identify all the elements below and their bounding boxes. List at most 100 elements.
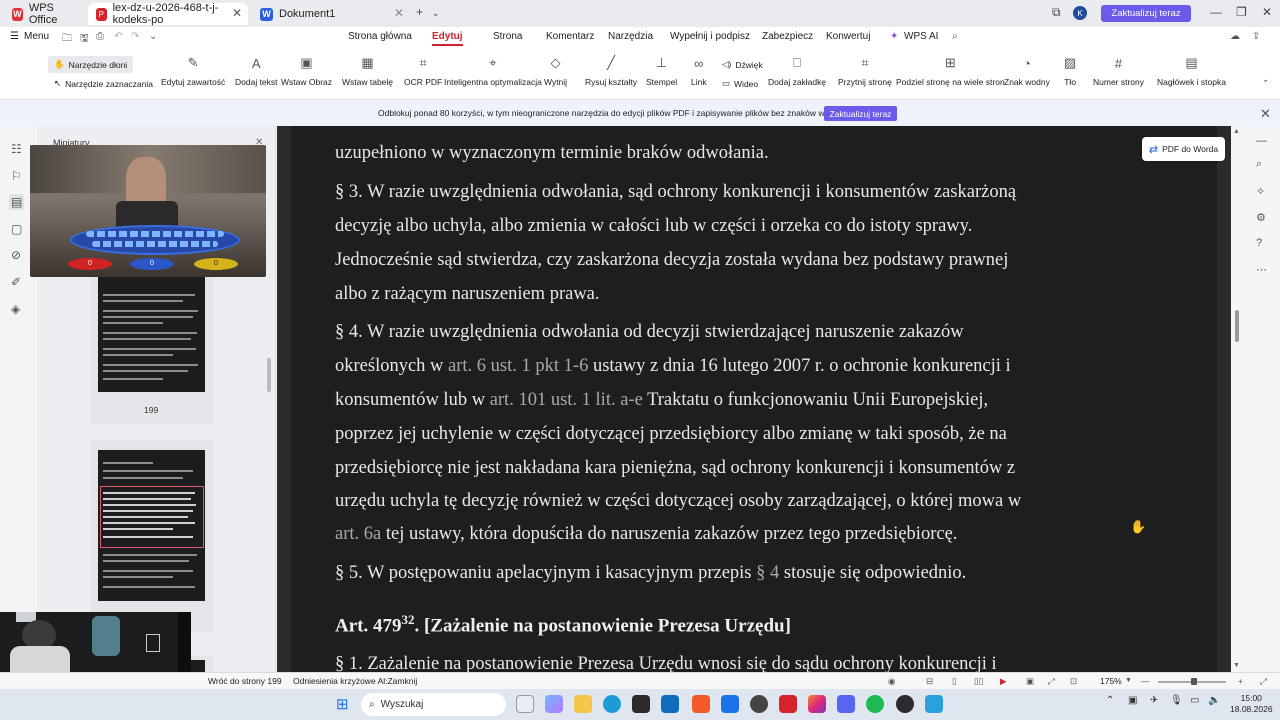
tab-strona[interactable]: Strona bbox=[493, 31, 522, 42]
wps-icon[interactable] bbox=[779, 695, 797, 713]
settings-sliders-icon[interactable]: ⚙ bbox=[1256, 211, 1266, 224]
fit-page-icon[interactable]: ⊡ bbox=[1070, 676, 1077, 687]
avatar[interactable]: K bbox=[1073, 6, 1087, 20]
print-icon[interactable]: ⎙ bbox=[96, 31, 104, 42]
clock[interactable]: 15:00 18.08.2026 bbox=[1230, 693, 1273, 715]
discord-icon[interactable] bbox=[837, 695, 855, 713]
background-button[interactable]: ▨ Tło bbox=[1064, 53, 1076, 87]
calendar-icon[interactable] bbox=[721, 695, 739, 713]
outline-icon[interactable]: ☷ bbox=[11, 142, 22, 156]
split-page-button[interactable]: ⊞ Podziel stronę na wiele stron bbox=[896, 53, 1005, 87]
thumbnail-page-199[interactable]: 199 bbox=[90, 274, 214, 424]
collapse-ribbon-icon[interactable]: ⌃ bbox=[1262, 78, 1269, 89]
tab-wps-ai[interactable]: WPS AI bbox=[904, 31, 938, 42]
tab-narzedzia[interactable]: Narzędzia bbox=[608, 31, 653, 42]
copilot-icon[interactable] bbox=[545, 695, 563, 713]
hand-tool-button[interactable]: ✋ Narzędzie dłoni bbox=[48, 56, 134, 73]
cloud-icon[interactable]: ☁ bbox=[1230, 31, 1240, 42]
window-layout-icon[interactable]: ⧉ bbox=[1052, 5, 1061, 20]
link-paragraph-4[interactable]: § 4 bbox=[756, 563, 779, 583]
magic-icon[interactable]: ✧ bbox=[1256, 185, 1265, 198]
tab-komentarz[interactable]: Komentarz bbox=[546, 31, 594, 42]
chrome-icon[interactable] bbox=[750, 695, 768, 713]
chevron-down-icon[interactable]: ▼ bbox=[1125, 677, 1132, 684]
tab-zabezpiecz[interactable]: Zabezpiecz bbox=[762, 31, 813, 42]
signature-icon[interactable]: ✐ bbox=[11, 275, 21, 289]
instagram-icon[interactable] bbox=[808, 695, 826, 713]
windows-start-icon[interactable]: ⊞ bbox=[336, 695, 349, 713]
scrollbar-thumb[interactable] bbox=[1235, 310, 1239, 342]
sound-button[interactable]: ◁) Dźwięk bbox=[722, 59, 763, 70]
close-window-icon[interactable]: ✕ bbox=[1262, 5, 1272, 19]
add-bookmark-button[interactable]: ⎕ Dodaj zakładkę bbox=[768, 53, 826, 87]
draw-shapes-button[interactable]: ╱ Rysuj kształty bbox=[585, 53, 637, 87]
menu-button[interactable]: Menu bbox=[24, 31, 49, 42]
vertical-scrollbar[interactable]: ▲ ▼ bbox=[1231, 126, 1243, 672]
task-view-icon[interactable] bbox=[516, 695, 534, 713]
thumbnails-icon[interactable]: ▤ bbox=[9, 194, 25, 210]
attachment-icon[interactable]: ⊘ bbox=[11, 248, 21, 262]
stamp-button[interactable]: ⊥ Stempel bbox=[646, 53, 677, 87]
page-number-button[interactable]: # Numer strony bbox=[1093, 53, 1144, 88]
media-player-icon[interactable] bbox=[896, 695, 914, 713]
tray-app-icon[interactable]: ▣ bbox=[1128, 695, 1137, 706]
insert-table-button[interactable]: ▦ Wstaw tabelę bbox=[342, 53, 393, 87]
file-explorer-icon[interactable] bbox=[574, 695, 592, 713]
tab-strona-glowna[interactable]: Strona główna bbox=[348, 31, 412, 42]
hamburger-icon[interactable]: ☰ bbox=[10, 31, 19, 42]
scroll-down-icon[interactable]: ▼ bbox=[1233, 662, 1240, 669]
volume-icon[interactable]: 🔈 bbox=[1208, 695, 1220, 706]
chevron-down-icon[interactable]: ⌄ bbox=[432, 8, 440, 19]
spotify-icon[interactable] bbox=[866, 695, 884, 713]
search-icon[interactable]: ⌕ bbox=[1256, 158, 1262, 171]
banner-update-button[interactable]: Zaktualizuj teraz bbox=[824, 106, 897, 121]
bookmark-icon[interactable]: ⚐ bbox=[11, 169, 22, 183]
tab-pdf-document[interactable]: P lex-dz-u-2026-468-t-j-kodeks-po ✕ bbox=[88, 2, 248, 26]
restore-icon[interactable]: ❐ bbox=[1236, 5, 1247, 19]
video-button[interactable]: ▭ Wideo bbox=[722, 78, 758, 89]
zoom-slider-handle[interactable] bbox=[1191, 678, 1197, 685]
brave-icon[interactable] bbox=[692, 695, 710, 713]
fit-width-icon[interactable]: ⤢ bbox=[1048, 676, 1055, 687]
close-tab-icon[interactable]: ✕ bbox=[394, 6, 404, 20]
fullscreen-icon[interactable]: ⤢ bbox=[1260, 676, 1267, 687]
tab-edytuj[interactable]: Edytuj bbox=[432, 31, 463, 46]
open-folder-icon[interactable]: 🗀 bbox=[62, 31, 72, 48]
tab-wps-office[interactable]: W WPS Office bbox=[4, 2, 84, 26]
cut-button[interactable]: ◇ Wytnij bbox=[544, 53, 567, 87]
add-text-button[interactable]: A Dodaj tekst bbox=[235, 53, 278, 88]
pdf-to-word-button[interactable]: ⇄ PDF do Worda bbox=[1142, 137, 1225, 161]
link-button[interactable]: ∞ Link bbox=[691, 53, 707, 88]
microphone-icon[interactable]: 🎙 bbox=[1170, 695, 1183, 706]
link-art-6a[interactable]: art. 6a bbox=[335, 524, 381, 544]
share-icon[interactable]: ⇪ bbox=[1252, 31, 1260, 42]
store-icon[interactable] bbox=[632, 695, 650, 713]
taskbar-search[interactable]: ⌕ Wyszukaj bbox=[361, 693, 506, 716]
zoom-out-icon[interactable]: — bbox=[1141, 676, 1150, 686]
insert-image-button[interactable]: ▣ Wstaw Obraz bbox=[281, 53, 332, 87]
search-icon[interactable]: ⌕ bbox=[952, 31, 958, 42]
comment-icon[interactable]: ▢ bbox=[11, 222, 22, 236]
minimize-panel-icon[interactable]: — bbox=[1256, 135, 1267, 147]
chevron-down-icon[interactable]: ⌄ bbox=[149, 31, 157, 42]
update-now-button[interactable]: Zaktualizuj teraz bbox=[1101, 5, 1191, 22]
telegram-icon[interactable] bbox=[925, 695, 943, 713]
link-art-101[interactable]: art. 101 ust. 1 lit. a-e bbox=[490, 390, 643, 410]
new-tab-icon[interactable]: + bbox=[416, 5, 423, 19]
tray-chevron-icon[interactable]: ⌃ bbox=[1106, 695, 1114, 706]
minimize-icon[interactable]: — bbox=[1210, 5, 1222, 19]
play-icon[interactable]: ▶ bbox=[1000, 676, 1007, 687]
link-art-6[interactable]: art. 6 ust. 1 pkt 1-6 bbox=[448, 356, 588, 376]
two-page-icon[interactable]: ▯▯ bbox=[974, 676, 983, 687]
tab-wypelnij-i-podpisz[interactable]: Wypełnij i podpisz bbox=[670, 31, 750, 42]
fit-icon[interactable]: ⊟ bbox=[926, 676, 933, 687]
edge-icon[interactable] bbox=[603, 695, 621, 713]
undo-icon[interactable]: ↶ bbox=[114, 31, 122, 42]
edit-content-button[interactable]: ✎ Edytuj zawartość bbox=[161, 53, 225, 87]
cross-reference-text[interactable]: Odniesienia krzyżowe Al:Zamknij bbox=[293, 676, 417, 686]
crop-page-button[interactable]: ⌗ Przytnij stronę bbox=[838, 53, 892, 87]
help-icon[interactable]: ? bbox=[1256, 237, 1262, 249]
tray-network-icon[interactable]: ✈ bbox=[1150, 695, 1158, 706]
layers-icon[interactable]: ◈ bbox=[11, 302, 20, 316]
close-tab-icon[interactable]: ✕ bbox=[232, 6, 242, 20]
